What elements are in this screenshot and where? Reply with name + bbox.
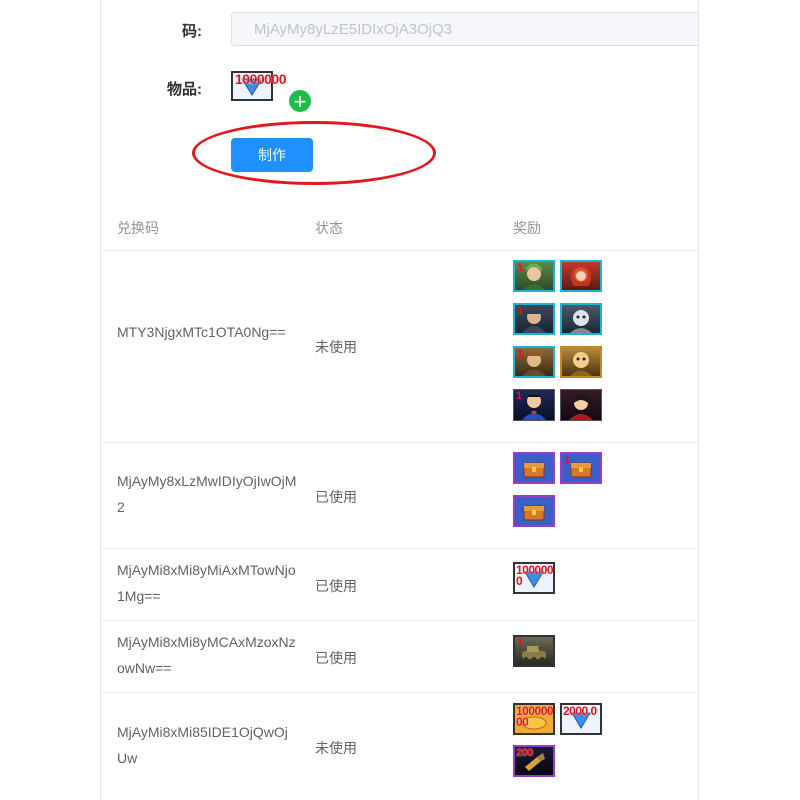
code-input[interactable] — [231, 12, 698, 46]
header-reward: 奖励 — [513, 220, 541, 236]
hero-reward-icon: 1 — [513, 346, 555, 378]
level-badge: 1 — [517, 262, 524, 274]
code-label: 码: — [182, 22, 202, 40]
hero-reward-icon: 1 — [513, 260, 555, 292]
table-row: MjAyMy8xLzMwIDIyOjIwOjM2 已使用 1 — [101, 443, 698, 549]
hero-reward-icon: 1 — [513, 303, 555, 335]
table-row: MjAyMi8xMi85IDE1OjQwOjUw 未使用 10000000 20… — [101, 693, 698, 800]
status-cell: 已使用 — [315, 578, 357, 594]
code-cell: MjAyMi8xMi8yMCAxMzoxNzowNw== — [117, 634, 296, 676]
reward-quantity-text: 2000.0 — [563, 704, 597, 718]
tank-reward-icon: 1 — [513, 635, 555, 667]
add-item-button[interactable]: + — [287, 88, 313, 114]
code-cell: MTY3NjgxMTc1OTA0Ng== — [117, 324, 286, 340]
level-badge: 1 — [517, 305, 524, 317]
hero-reward-icon — [560, 303, 602, 335]
code-form-row: 码: — [101, 12, 216, 48]
code-cell: MjAyMy8xLzMwIDIyOjIwOjM2 — [117, 473, 297, 515]
reward-quantity-text: 10000000 — [516, 704, 554, 729]
treasure-chest-reward-icon: 1 — [560, 452, 602, 484]
code-cell: MjAyMi8xMi8yMiAxMTowNjo1Mg== — [117, 562, 296, 604]
table-row: MTY3NjgxMTc1OTA0Ng== 未使用 1 1 1 1 — [101, 251, 698, 443]
header-code: 兑换码 — [117, 220, 159, 236]
status-cell: 已使用 — [315, 489, 357, 505]
header-status: 状态 — [315, 220, 343, 236]
level-badge: 1 — [517, 637, 524, 649]
diamond-reward-icon: 1000000 — [513, 562, 555, 594]
table-row: MjAyMi8xMi8yMCAxMzoxNzowNw== 已使用 1 — [101, 621, 698, 693]
plus-icon: + — [293, 89, 307, 114]
reward-quantity-text: 1000000 — [516, 563, 554, 588]
hero-reward-icon — [560, 260, 602, 292]
level-badge: 1 — [516, 390, 523, 402]
level-badge: 1 — [517, 348, 524, 360]
item-quantity-text: 1000000 — [235, 71, 287, 87]
code-cell: MjAyMi8xMi85IDE1OjQwOjUw — [117, 724, 288, 766]
status-cell: 已使用 — [315, 650, 357, 666]
diamond-reward-icon: 2000.0 — [560, 703, 602, 735]
item-slot-area: 1000000 + — [101, 68, 401, 118]
reward-code-panel: 码: 物品: 1000000 + 制作 兑换码 状态 奖励 MTY3NjgxMT… — [100, 0, 699, 800]
hero-reward-icon — [560, 346, 602, 378]
make-button[interactable]: 制作 — [231, 138, 313, 172]
highlight-ring-annotation — [192, 121, 436, 185]
treasure-chest-reward-icon — [513, 495, 555, 527]
status-cell: 未使用 — [315, 339, 357, 355]
table-header: 兑换码 状态 奖励 — [101, 203, 698, 251]
reward-quantity-text: 200 — [516, 747, 533, 759]
gold-reward-icon: 10000000 — [513, 703, 555, 735]
hero-reward-icon: 1 — [513, 389, 555, 421]
treasure-chest-reward-icon — [513, 452, 555, 484]
bullet-reward-icon: 200 — [513, 745, 555, 777]
level-badge: 1 — [564, 454, 571, 466]
table-row: MjAyMi8xMi8yMiAxMTowNjo1Mg== 已使用 1000000 — [101, 549, 698, 621]
hero-reward-icon — [560, 389, 602, 421]
status-cell: 未使用 — [315, 740, 357, 756]
